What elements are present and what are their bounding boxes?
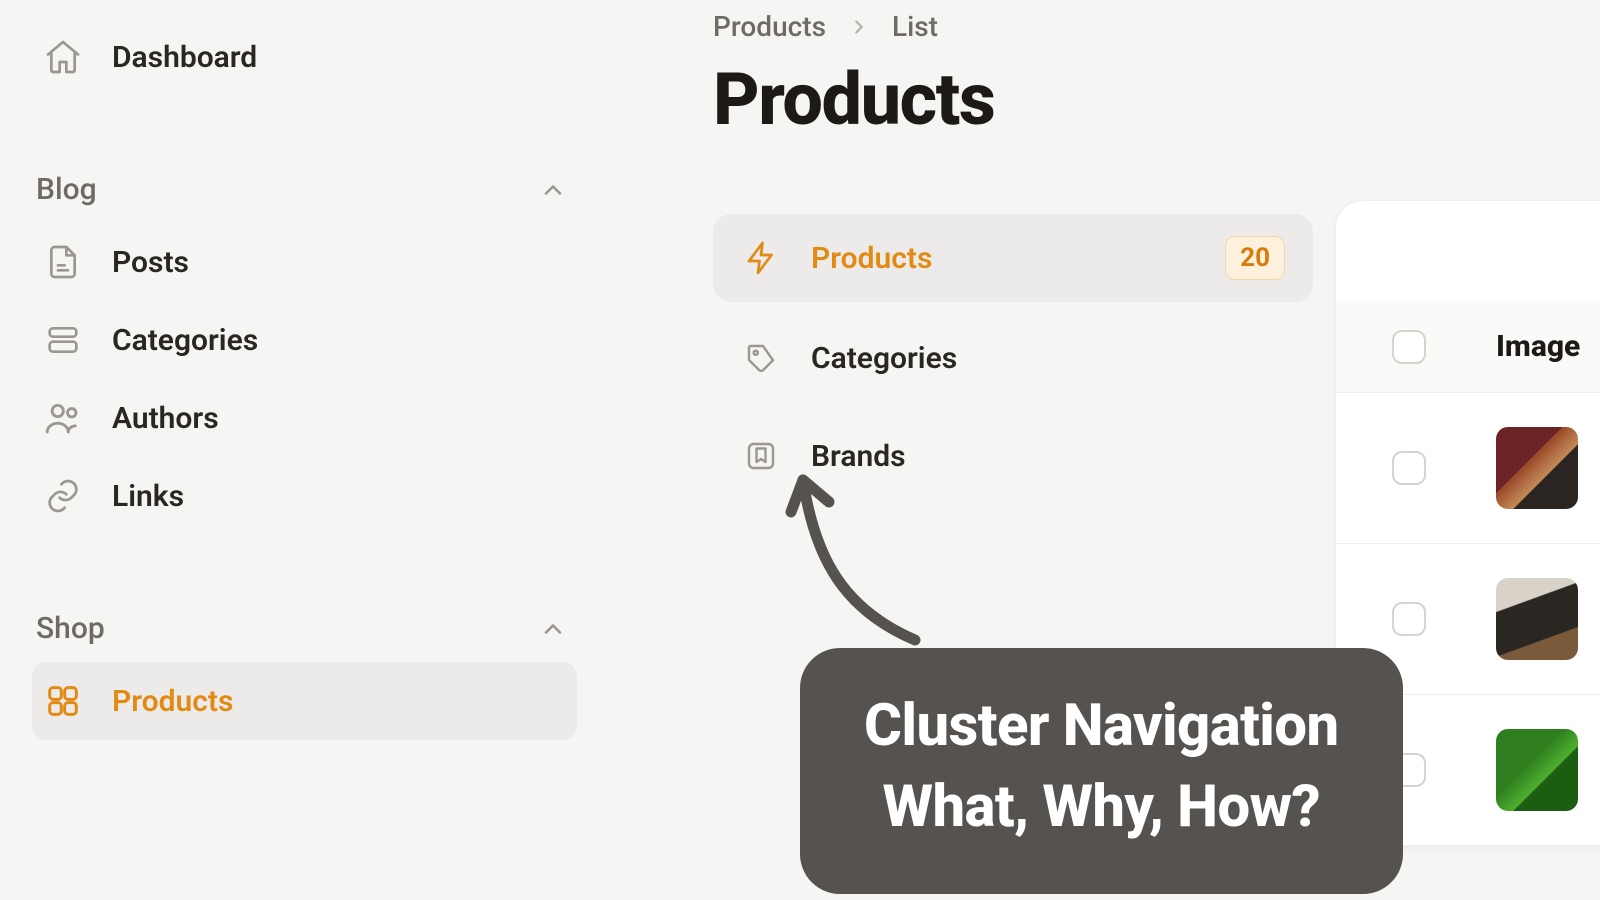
users-icon [42,397,84,439]
bolt-icon [741,238,781,278]
product-thumbnail [1496,578,1578,660]
sidebar-group-title: Shop [36,611,105,646]
sidebar-item-dashboard[interactable]: Dashboard [32,18,577,96]
document-icon [42,241,84,283]
table-header: Image [1336,301,1600,393]
home-icon [42,36,84,78]
sidebar-item-label: Posts [112,245,189,280]
sidebar-item-label: Authors [112,401,219,436]
product-thumbnail [1496,729,1578,811]
row-checkbox[interactable] [1392,602,1426,636]
grid-icon [42,680,84,722]
sidebar-item-posts[interactable]: Posts [32,223,577,301]
cluster-item-label: Categories [811,341,957,376]
sidebar-group-shop[interactable]: Shop [32,595,577,662]
select-all-checkbox[interactable] [1392,330,1426,364]
chevron-up-icon [539,176,567,204]
cluster-nav: Products 20 Categories Brands [713,214,1313,498]
cluster-item-categories[interactable]: Categories [713,316,1313,400]
product-thumbnail [1496,427,1578,509]
sidebar-item-label: Products [112,684,233,719]
link-icon [42,475,84,517]
chevron-up-icon [539,615,567,643]
page-title: Products [713,57,1600,142]
row-checkbox[interactable] [1392,451,1426,485]
tag-icon [741,338,781,378]
sidebar-item-categories[interactable]: Categories [32,301,577,379]
sidebar-group-title: Blog [36,172,97,207]
sidebar-item-label: Dashboard [112,40,257,75]
sidebar-item-authors[interactable]: Authors [32,379,577,457]
count-badge: 20 [1225,236,1285,280]
annotation-callout: Cluster Navigation What, Why, How? [800,648,1403,894]
sidebar-item-label: Categories [112,323,258,358]
sidebar: Dashboard Blog Posts Categories Authors [0,0,595,900]
column-header-image[interactable]: Image [1496,329,1580,364]
cluster-item-products[interactable]: Products 20 [713,214,1313,302]
bookmark-icon [741,436,781,476]
sidebar-item-label: Links [112,479,184,514]
sidebar-item-links[interactable]: Links [32,457,577,535]
sidebar-group-blog[interactable]: Blog [32,156,577,223]
breadcrumb-current: List [892,10,938,43]
stack-icon [42,319,84,361]
breadcrumb: Products List [713,10,1600,43]
cluster-item-label: Products [811,241,932,276]
sidebar-item-products[interactable]: Products [32,662,577,740]
table-row[interactable] [1336,393,1600,544]
breadcrumb-parent[interactable]: Products [713,10,826,43]
cluster-item-brands[interactable]: Brands [713,414,1313,498]
cluster-item-label: Brands [811,439,906,474]
annotation-line: What, Why, How? [864,767,1339,848]
chevron-right-icon [848,16,870,38]
annotation-line: Cluster Navigation [864,686,1339,767]
